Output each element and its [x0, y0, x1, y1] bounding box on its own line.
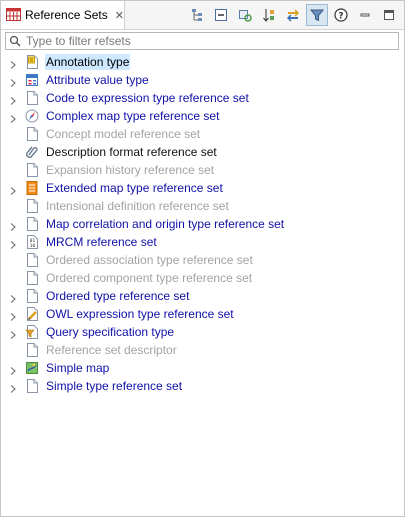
tree-item-label: Concept model reference set [46, 127, 201, 141]
chevron-right-icon[interactable] [9, 112, 17, 123]
minimize-icon[interactable] [354, 4, 376, 26]
refsets-view-icon [6, 7, 21, 24]
tree-item[interactable]: Annotation type [1, 53, 404, 71]
tree-item[interactable]: Simple map [1, 359, 404, 377]
paperclip-icon [25, 145, 39, 159]
tree-item-label: Query specification type [46, 325, 175, 339]
mrcm-icon: 01 10 [25, 235, 39, 249]
tree-item[interactable]: Simple type reference set [1, 377, 404, 395]
annotation-icon [25, 55, 39, 69]
tree-item-label: Expansion history reference set [46, 163, 215, 177]
link-with-editor-icon[interactable] [234, 4, 256, 26]
tree-item-label: OWL expression type reference set [46, 307, 234, 321]
page-icon [25, 253, 39, 267]
page-icon [25, 343, 39, 357]
tree-item[interactable]: Intensional definition reference set [1, 197, 404, 215]
filter-field [5, 32, 399, 50]
refset-tree: Annotation type Attribute value type Code … [1, 53, 404, 395]
tree-item-label: Complex map type reference set [46, 109, 220, 123]
attribute-value-icon [25, 73, 39, 87]
chevron-right-icon[interactable] [9, 364, 17, 375]
owl-pencil-icon [25, 307, 39, 321]
chevron-right-icon[interactable] [9, 184, 17, 195]
tree-item[interactable]: Attribute value type [1, 71, 404, 89]
view-toolbar: ? [184, 4, 400, 26]
tree-item[interactable]: Ordered component type reference set [1, 269, 404, 287]
page-icon [25, 379, 39, 393]
page-icon [25, 127, 39, 141]
page-icon [25, 163, 39, 177]
chevron-right-icon[interactable] [9, 58, 17, 69]
tree-item[interactable]: Expansion history reference set [1, 161, 404, 179]
tree-item[interactable]: Query specification type [1, 323, 404, 341]
tree-item-label: Attribute value type [46, 73, 149, 87]
chevron-right-icon[interactable] [9, 238, 17, 249]
page-icon [25, 199, 39, 213]
tree-item[interactable]: 01 10 MRCM reference set [1, 233, 404, 251]
tree-item-label: Ordered association type reference set [46, 253, 253, 267]
collapse-all-icon[interactable] [210, 4, 232, 26]
page-icon [25, 217, 39, 231]
tree-item-label: Code to expression type reference set [46, 91, 249, 105]
page-icon [25, 271, 39, 285]
tree-item-label: Extended map type reference set [46, 181, 223, 195]
tree-item[interactable]: OWL expression type reference set [1, 305, 404, 323]
chevron-right-icon[interactable] [9, 94, 17, 105]
chevron-right-icon[interactable] [9, 382, 17, 393]
tree-item-label: Simple map [46, 361, 110, 375]
filter-icon[interactable] [306, 4, 328, 26]
tree-item[interactable]: Ordered association type reference set [1, 251, 404, 269]
chevron-right-icon[interactable] [9, 76, 17, 87]
tree-item-label: MRCM reference set [46, 235, 157, 249]
tree-item-label: Ordered component type reference set [46, 271, 253, 285]
tree-item-label: Intensional definition reference set [46, 199, 229, 213]
chevron-right-icon[interactable] [9, 328, 17, 339]
query-icon [25, 325, 39, 339]
sort-icon[interactable] [258, 4, 280, 26]
tree-item-label: Annotation type [45, 54, 131, 70]
chevron-right-icon[interactable] [9, 292, 17, 303]
chevron-right-icon[interactable] [9, 220, 17, 231]
compass-icon [25, 109, 39, 123]
svg-text:10: 10 [30, 243, 36, 249]
tree-item-label: Reference set descriptor [46, 343, 177, 357]
extended-map-icon [25, 181, 39, 195]
close-icon[interactable]: ✕ [115, 9, 124, 22]
sync-icon[interactable] [282, 4, 304, 26]
page-icon [25, 289, 39, 303]
tree-item-label: Ordered type reference set [46, 289, 190, 303]
simple-map-icon [25, 361, 39, 375]
tree-item[interactable]: Concept model reference set [1, 125, 404, 143]
search-icon [6, 35, 24, 47]
tree-item[interactable]: Extended map type reference set [1, 179, 404, 197]
tree-item[interactable]: Complex map type reference set [1, 107, 404, 125]
tree-item-label: Map correlation and origin type referenc… [46, 217, 285, 231]
tree-item[interactable]: Reference set descriptor [1, 341, 404, 359]
view-tab-bar: Reference Sets ✕ ? [1, 1, 404, 30]
page-icon [25, 91, 39, 105]
tab-title: Reference Sets [25, 8, 108, 22]
tree-item[interactable]: Map correlation and origin type referenc… [1, 215, 404, 233]
help-icon[interactable]: ? [330, 4, 352, 26]
reference-sets-view: Reference Sets ✕ ? Type to filter refset… [0, 0, 405, 517]
tree-item-label: Simple type reference set [46, 379, 183, 393]
tab-reference-sets[interactable]: Reference Sets ✕ [1, 1, 125, 29]
refset-filter-input[interactable] [24, 34, 398, 48]
tree-item[interactable]: Ordered type reference set [1, 287, 404, 305]
tree-item[interactable]: Code to expression type reference set [1, 89, 404, 107]
chevron-right-icon[interactable] [9, 310, 17, 321]
maximize-icon[interactable] [378, 4, 400, 26]
tree-item[interactable]: Description format reference set [1, 143, 404, 161]
tree-item-label: Description format reference set [46, 145, 217, 159]
svg-text:?: ? [338, 12, 343, 22]
hierarchy-icon[interactable] [186, 4, 208, 26]
